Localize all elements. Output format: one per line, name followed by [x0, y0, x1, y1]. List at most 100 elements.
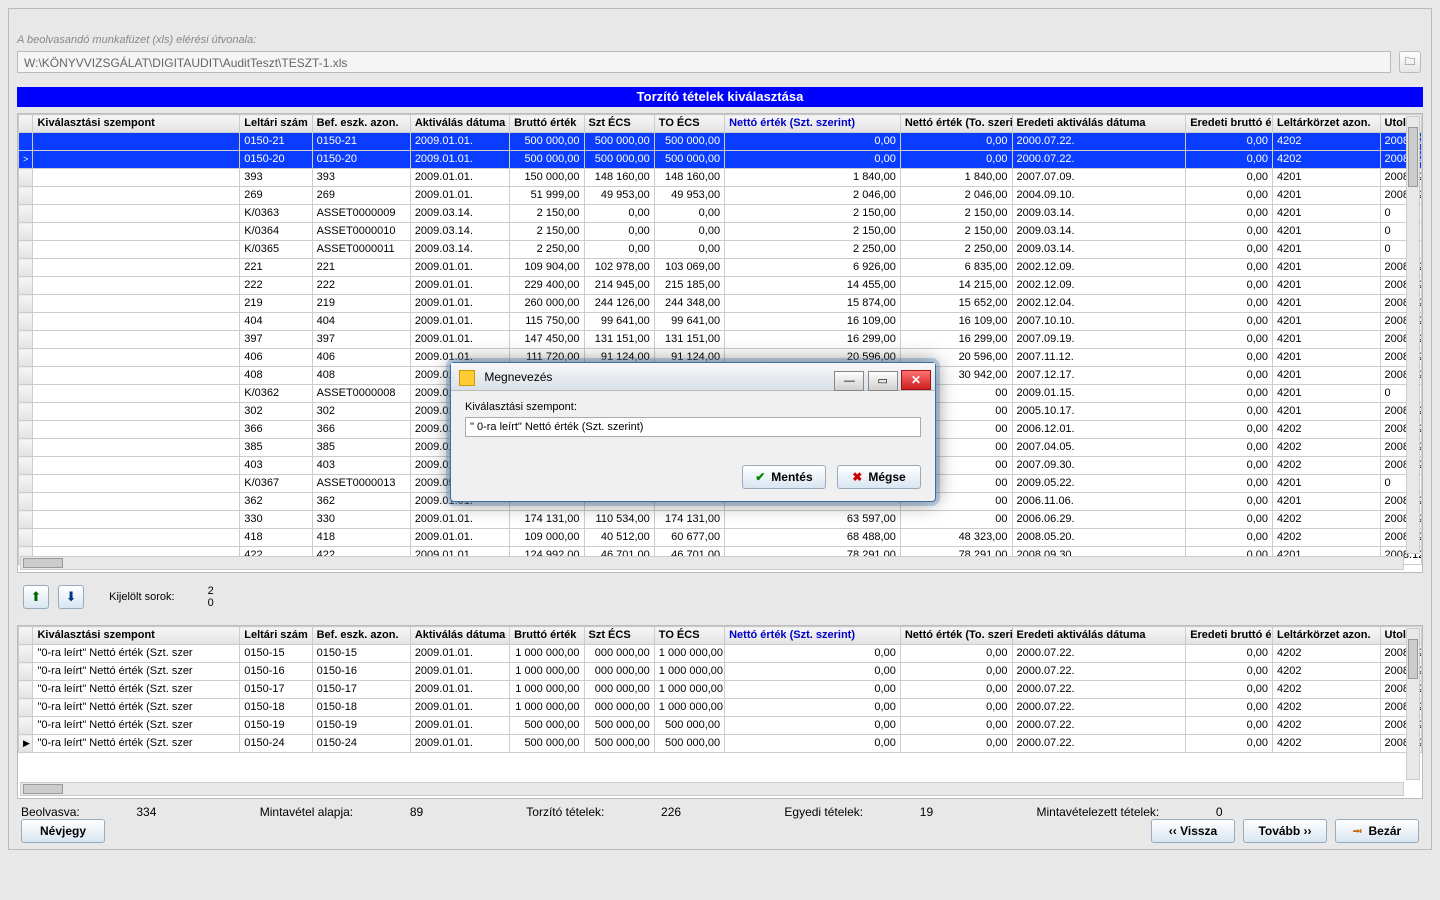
cell-lelt[interactable]: 0150-24 — [240, 735, 312, 753]
cell-nszt[interactable]: 1 840,00 — [725, 169, 901, 187]
cell-brutto[interactable]: 500 000,00 — [510, 735, 584, 753]
cell-lk[interactable]: 4201 — [1273, 493, 1381, 511]
cell-ebrut[interactable]: 0,00 — [1186, 645, 1273, 663]
cell-akt[interactable]: 2009.01.01. — [410, 681, 509, 699]
table-row[interactable]: 2692692009.01.01.51 999,0049 953,0049 95… — [19, 187, 1422, 205]
cell-szt[interactable]: 40 512,00 — [584, 529, 654, 547]
cell-szt[interactable]: 500 000,00 — [584, 735, 654, 753]
maximize-button[interactable]: ▭ — [868, 371, 898, 391]
cell-to[interactable]: 500 000,00 — [654, 735, 724, 753]
cell-bef[interactable]: 408 — [312, 367, 410, 385]
cell-lk[interactable]: 4201 — [1273, 367, 1381, 385]
grid-top[interactable]: Kiválasztási szempontLeltári számBef. es… — [17, 113, 1423, 573]
cell-lk[interactable]: 4201 — [1273, 385, 1381, 403]
cell-lelt[interactable]: 302 — [240, 403, 312, 421]
cell-bef[interactable]: 0150-20 — [312, 151, 410, 169]
cell-ebrut[interactable]: 0,00 — [1186, 151, 1273, 169]
cell-lelt[interactable]: 385 — [240, 439, 312, 457]
cell-lelt[interactable]: 0150-21 — [240, 133, 312, 151]
cell-lelt[interactable]: 403 — [240, 457, 312, 475]
cell-szemp[interactable] — [33, 133, 240, 151]
cell-szt[interactable]: 000 000,00 — [584, 681, 654, 699]
cell-ebrut[interactable]: 0,00 — [1186, 735, 1273, 753]
cell-lk[interactable]: 4202 — [1273, 717, 1381, 735]
cell-lelt[interactable]: 408 — [240, 367, 312, 385]
cell-nszt[interactable]: 0,00 — [725, 645, 901, 663]
cell-brutto[interactable]: 500 000,00 — [510, 133, 584, 151]
cell-szemp[interactable] — [33, 349, 240, 367]
cell-bef[interactable]: ASSET0000008 — [312, 385, 410, 403]
cell-brutto[interactable]: 150 000,00 — [510, 169, 584, 187]
cell-szt[interactable]: 99 641,00 — [584, 313, 654, 331]
cell-ebrut[interactable]: 0,00 — [1186, 457, 1273, 475]
row-handle[interactable] — [19, 529, 33, 547]
row-handle[interactable] — [19, 169, 33, 187]
cell-eakt[interactable]: 2008.05.20. — [1012, 529, 1186, 547]
cell-nto[interactable]: 0,00 — [900, 151, 1012, 169]
cell-szt[interactable]: 500 000,00 — [584, 151, 654, 169]
cell-lk[interactable]: 4201 — [1273, 403, 1381, 421]
cell-lk[interactable]: 4202 — [1273, 645, 1381, 663]
row-handle[interactable] — [19, 385, 33, 403]
cell-brutto[interactable]: 2 250,00 — [510, 241, 584, 259]
cell-eakt[interactable]: 2000.07.22. — [1012, 681, 1186, 699]
cell-eakt[interactable]: 2000.07.22. — [1012, 645, 1186, 663]
cell-szemp[interactable] — [33, 367, 240, 385]
row-handle[interactable] — [19, 511, 33, 529]
cell-brutto[interactable]: 2 150,00 — [510, 205, 584, 223]
row-handle[interactable] — [19, 475, 33, 493]
cell-eakt[interactable]: 2000.07.22. — [1012, 133, 1186, 151]
cell-bef[interactable]: 393 — [312, 169, 410, 187]
row-handle[interactable] — [19, 223, 33, 241]
cell-eakt[interactable]: 2000.07.22. — [1012, 717, 1186, 735]
cell-brutto[interactable]: 1 000 000,00 — [510, 681, 584, 699]
cell-szt[interactable]: 49 953,00 — [584, 187, 654, 205]
row-handle[interactable] — [19, 421, 33, 439]
minimize-button[interactable]: — — [834, 371, 864, 391]
cell-to[interactable]: 60 677,00 — [654, 529, 724, 547]
cell-akt[interactable]: 2009.03.14. — [410, 205, 509, 223]
col-bef[interactable]: Bef. eszk. azon. — [312, 115, 410, 133]
cell-nto[interactable]: 48 323,00 — [900, 529, 1012, 547]
cell-lelt[interactable]: 0150-15 — [240, 645, 312, 663]
cell-bef[interactable]: 0150-17 — [312, 681, 410, 699]
col-lk[interactable]: Leltárkörzet azon. — [1273, 115, 1381, 133]
cell-bef[interactable]: ASSET0000011 — [312, 241, 410, 259]
col-nszt[interactable]: Nettó érték (Szt. szerint) — [725, 115, 901, 133]
col-szt[interactable]: Szt ÉCS — [584, 627, 654, 645]
row-handle[interactable] — [19, 331, 33, 349]
cell-to[interactable]: 49 953,00 — [654, 187, 724, 205]
cell-nszt[interactable]: 0,00 — [725, 663, 901, 681]
cell-lelt[interactable]: 0150-16 — [240, 663, 312, 681]
cell-bef[interactable]: ASSET0000009 — [312, 205, 410, 223]
cell-lelt[interactable]: 330 — [240, 511, 312, 529]
cell-szemp[interactable] — [33, 295, 240, 313]
cell-ebrut[interactable]: 0,00 — [1186, 223, 1273, 241]
cell-ebrut[interactable]: 0,00 — [1186, 241, 1273, 259]
cell-lk[interactable]: 4201 — [1273, 187, 1381, 205]
row-handle[interactable] — [19, 295, 33, 313]
cell-bef[interactable]: 0150-18 — [312, 699, 410, 717]
cell-to[interactable]: 244 348,00 — [654, 295, 724, 313]
cell-eakt[interactable]: 2006.06.29. — [1012, 511, 1186, 529]
cell-ebrut[interactable]: 0,00 — [1186, 529, 1273, 547]
cell-lelt[interactable]: 362 — [240, 493, 312, 511]
cell-to[interactable]: 1 000 000,00 — [654, 699, 724, 717]
cell-eakt[interactable]: 2002.12.09. — [1012, 259, 1186, 277]
row-handle[interactable] — [19, 187, 33, 205]
cell-lelt[interactable]: 404 — [240, 313, 312, 331]
cell-akt[interactable]: 2009.01.01. — [410, 295, 509, 313]
cell-eakt[interactable]: 2000.07.22. — [1012, 663, 1186, 681]
cell-akt[interactable]: 2009.01.01. — [410, 735, 509, 753]
table-row[interactable]: K/0365ASSET00000112009.03.14.2 250,000,0… — [19, 241, 1422, 259]
cell-nszt[interactable]: 0,00 — [725, 151, 901, 169]
row-handle[interactable] — [19, 493, 33, 511]
col-brutto[interactable]: Bruttó érték — [510, 115, 584, 133]
cell-lelt[interactable]: 0150-17 — [240, 681, 312, 699]
scrollbar-vertical[interactable] — [1406, 628, 1420, 780]
cell-szemp[interactable]: "0-ra leírt" Nettó érték (Szt. szer — [33, 699, 240, 717]
cell-brutto[interactable]: 1 000 000,00 — [510, 645, 584, 663]
cell-ebrut[interactable]: 0,00 — [1186, 663, 1273, 681]
row-handle[interactable] — [19, 349, 33, 367]
cell-lk[interactable]: 4201 — [1273, 313, 1381, 331]
